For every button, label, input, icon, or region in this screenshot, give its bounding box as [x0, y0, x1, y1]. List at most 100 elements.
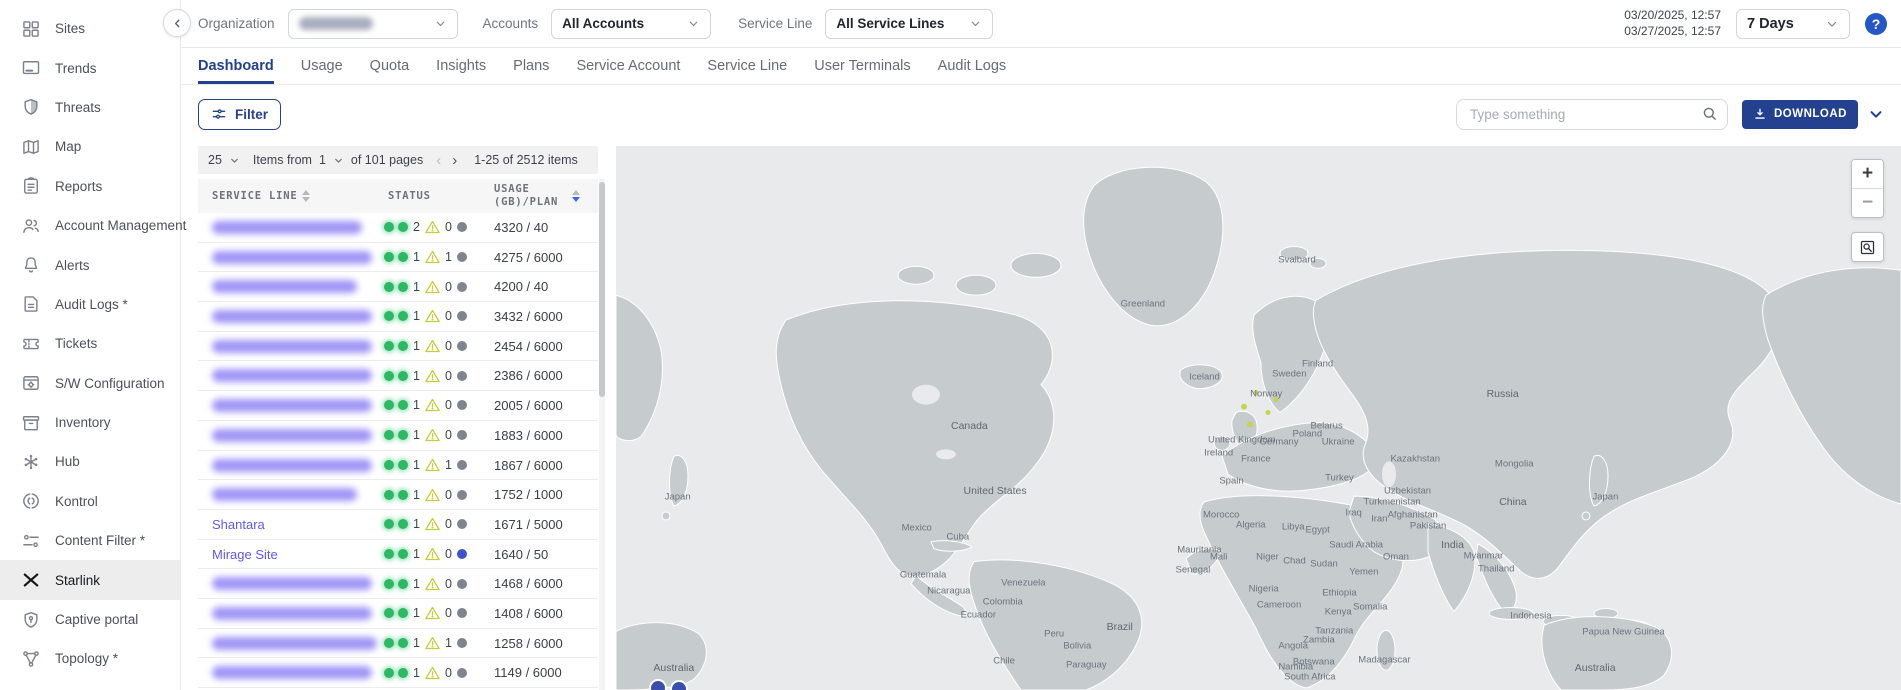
service-line-link[interactable]: Mirage Site [212, 547, 278, 562]
service-line-link-redacted[interactable] [212, 607, 372, 620]
time-range-select[interactable]: 7 Days [1736, 9, 1850, 39]
service-line-link-redacted[interactable] [212, 429, 372, 442]
chevron-down-icon [687, 17, 700, 30]
next-page-button[interactable]: › [450, 153, 459, 168]
download-button[interactable]: DOWNLOAD [1742, 100, 1858, 129]
status-cell: 11 [384, 243, 467, 272]
map-controls: + − [1851, 159, 1884, 262]
service-line-link-redacted[interactable] [212, 221, 362, 234]
table-scrollbar[interactable] [599, 179, 605, 690]
page-number-value[interactable]: 1 [319, 153, 326, 167]
map-box-zoom-button[interactable] [1851, 232, 1884, 262]
organization-select[interactable] [288, 9, 458, 39]
sidebar-item-map[interactable]: Map [0, 127, 180, 166]
status-cell: 11 [384, 451, 467, 480]
service-line-link-redacted[interactable] [212, 340, 372, 353]
warning-triangle-icon [425, 636, 440, 650]
status-cell: 10 [384, 332, 467, 361]
sidebar-item-label: Inventory [55, 415, 111, 430]
sidebar-item-captive-portal[interactable]: Captive portal [0, 600, 180, 639]
offline-dot-icon [457, 341, 467, 351]
sidebar-item-sites[interactable]: Sites [0, 9, 180, 48]
warning-count: 1 [445, 458, 452, 472]
map-zoom-out-button[interactable]: − [1852, 188, 1883, 217]
sidebar-item-starlink[interactable]: Starlink [0, 560, 180, 599]
page-size-value[interactable]: 25 [208, 153, 222, 167]
online-dot-icon [384, 638, 394, 648]
column-header-usage[interactable]: USAGE (GB)/PLAN [494, 179, 558, 217]
warning-count: 0 [445, 339, 452, 353]
sidebar-item-content-filter[interactable]: Content Filter * [0, 521, 180, 560]
service-line-link-redacted[interactable] [212, 310, 372, 323]
service-line-link-redacted[interactable] [212, 488, 357, 501]
accounts-select[interactable]: All Accounts [551, 9, 711, 39]
service-line-select[interactable]: All Service Lines [825, 9, 993, 39]
sidebar-item-alerts[interactable]: Alerts [0, 245, 180, 284]
world-map[interactable]: GreenlandSvalbardIcelandNorwaySwedenFinl… [616, 146, 1901, 690]
tab-quota[interactable]: Quota [370, 48, 410, 84]
sidebar-item-threats[interactable]: Threats [0, 88, 180, 127]
sidebar-item-hub[interactable]: Hub [0, 442, 180, 481]
tab-plans[interactable]: Plans [513, 48, 549, 84]
column-header-status[interactable]: STATUS [388, 179, 431, 213]
usage-value: 1671 / 5000 [494, 517, 563, 532]
sidebar-collapse-button[interactable] [163, 9, 191, 37]
filter-sliders-icon [211, 106, 227, 122]
sidebar-item-reports[interactable]: Reports [0, 167, 180, 206]
page-number-chevron-icon[interactable] [333, 155, 344, 166]
filter-button[interactable]: Filter [198, 99, 281, 130]
service-line-link-redacted[interactable] [212, 666, 372, 679]
service-line-link-redacted[interactable] [212, 399, 372, 412]
sidebar-item-inventory[interactable]: Inventory [0, 403, 180, 442]
sort-icon[interactable] [302, 190, 310, 202]
help-icon[interactable]: ? [1865, 13, 1887, 35]
tab-dashboard[interactable]: Dashboard [198, 48, 274, 84]
service-line-link-redacted[interactable] [212, 369, 372, 382]
tab-audit-logs[interactable]: Audit Logs [938, 48, 1007, 84]
service-line-link-redacted[interactable] [212, 577, 372, 590]
status-cell: 10 [384, 480, 467, 509]
tab-service-line[interactable]: Service Line [707, 48, 787, 84]
map-zoom-in-button[interactable]: + [1852, 160, 1883, 188]
service-line-link-redacted[interactable] [212, 459, 372, 472]
search-icon[interactable] [1701, 105, 1718, 127]
usage-value: 3432 / 6000 [494, 309, 563, 324]
online-count: 1 [413, 636, 420, 650]
service-line-link-redacted[interactable] [212, 637, 377, 650]
usage-value: 1640 / 50 [494, 547, 548, 562]
sidebar-item-label: Sites [55, 21, 85, 36]
tab-insights[interactable]: Insights [436, 48, 486, 84]
offline-dot-icon [457, 282, 467, 292]
sidebar-item-audit-logs[interactable]: Audit Logs * [0, 285, 180, 324]
tab-usage[interactable]: Usage [301, 48, 343, 84]
tab-user-terminals[interactable]: User Terminals [814, 48, 910, 84]
online-dot-icon [384, 371, 394, 381]
download-options-chevron-icon[interactable] [1867, 105, 1885, 123]
download-button-label: DOWNLOAD [1774, 108, 1847, 120]
column-header-service-line[interactable]: SERVICE LINE [212, 179, 310, 213]
offline-dot-icon [457, 490, 467, 500]
sidebar-item-topology[interactable]: Topology * [0, 639, 180, 678]
sidebar-item-label: Captive portal [55, 612, 138, 627]
usage-value: 1258 / 6000 [494, 636, 563, 651]
sidebar-item-tickets[interactable]: Tickets [0, 324, 180, 363]
sidebar-item-account-management[interactable]: Account Management [0, 206, 180, 245]
sidebar-item-trends[interactable]: Trends [0, 48, 180, 87]
topology-icon [21, 649, 41, 669]
map-icon [21, 137, 41, 157]
search-input[interactable] [1456, 99, 1728, 130]
table-scrollbar-thumb[interactable] [599, 182, 605, 397]
service-line-link-redacted[interactable] [212, 280, 357, 293]
service-line-link[interactable]: Shantara [212, 517, 265, 532]
sort-icon-usage[interactable] [572, 179, 580, 213]
prev-page-button[interactable]: ‹ [434, 153, 443, 168]
online-count: 1 [413, 280, 420, 294]
chevron-down-icon [434, 17, 447, 30]
sidebar-item-s-w-configuration[interactable]: S/W Configuration [0, 364, 180, 403]
usage-value: 1867 / 6000 [494, 458, 563, 473]
sidebar-item-kontrol[interactable]: Kontrol [0, 482, 180, 521]
page-size-chevron-icon[interactable] [229, 155, 240, 166]
service-line-link-redacted[interactable] [212, 251, 372, 264]
online-count: 1 [413, 428, 420, 442]
tab-service-account[interactable]: Service Account [576, 48, 680, 84]
